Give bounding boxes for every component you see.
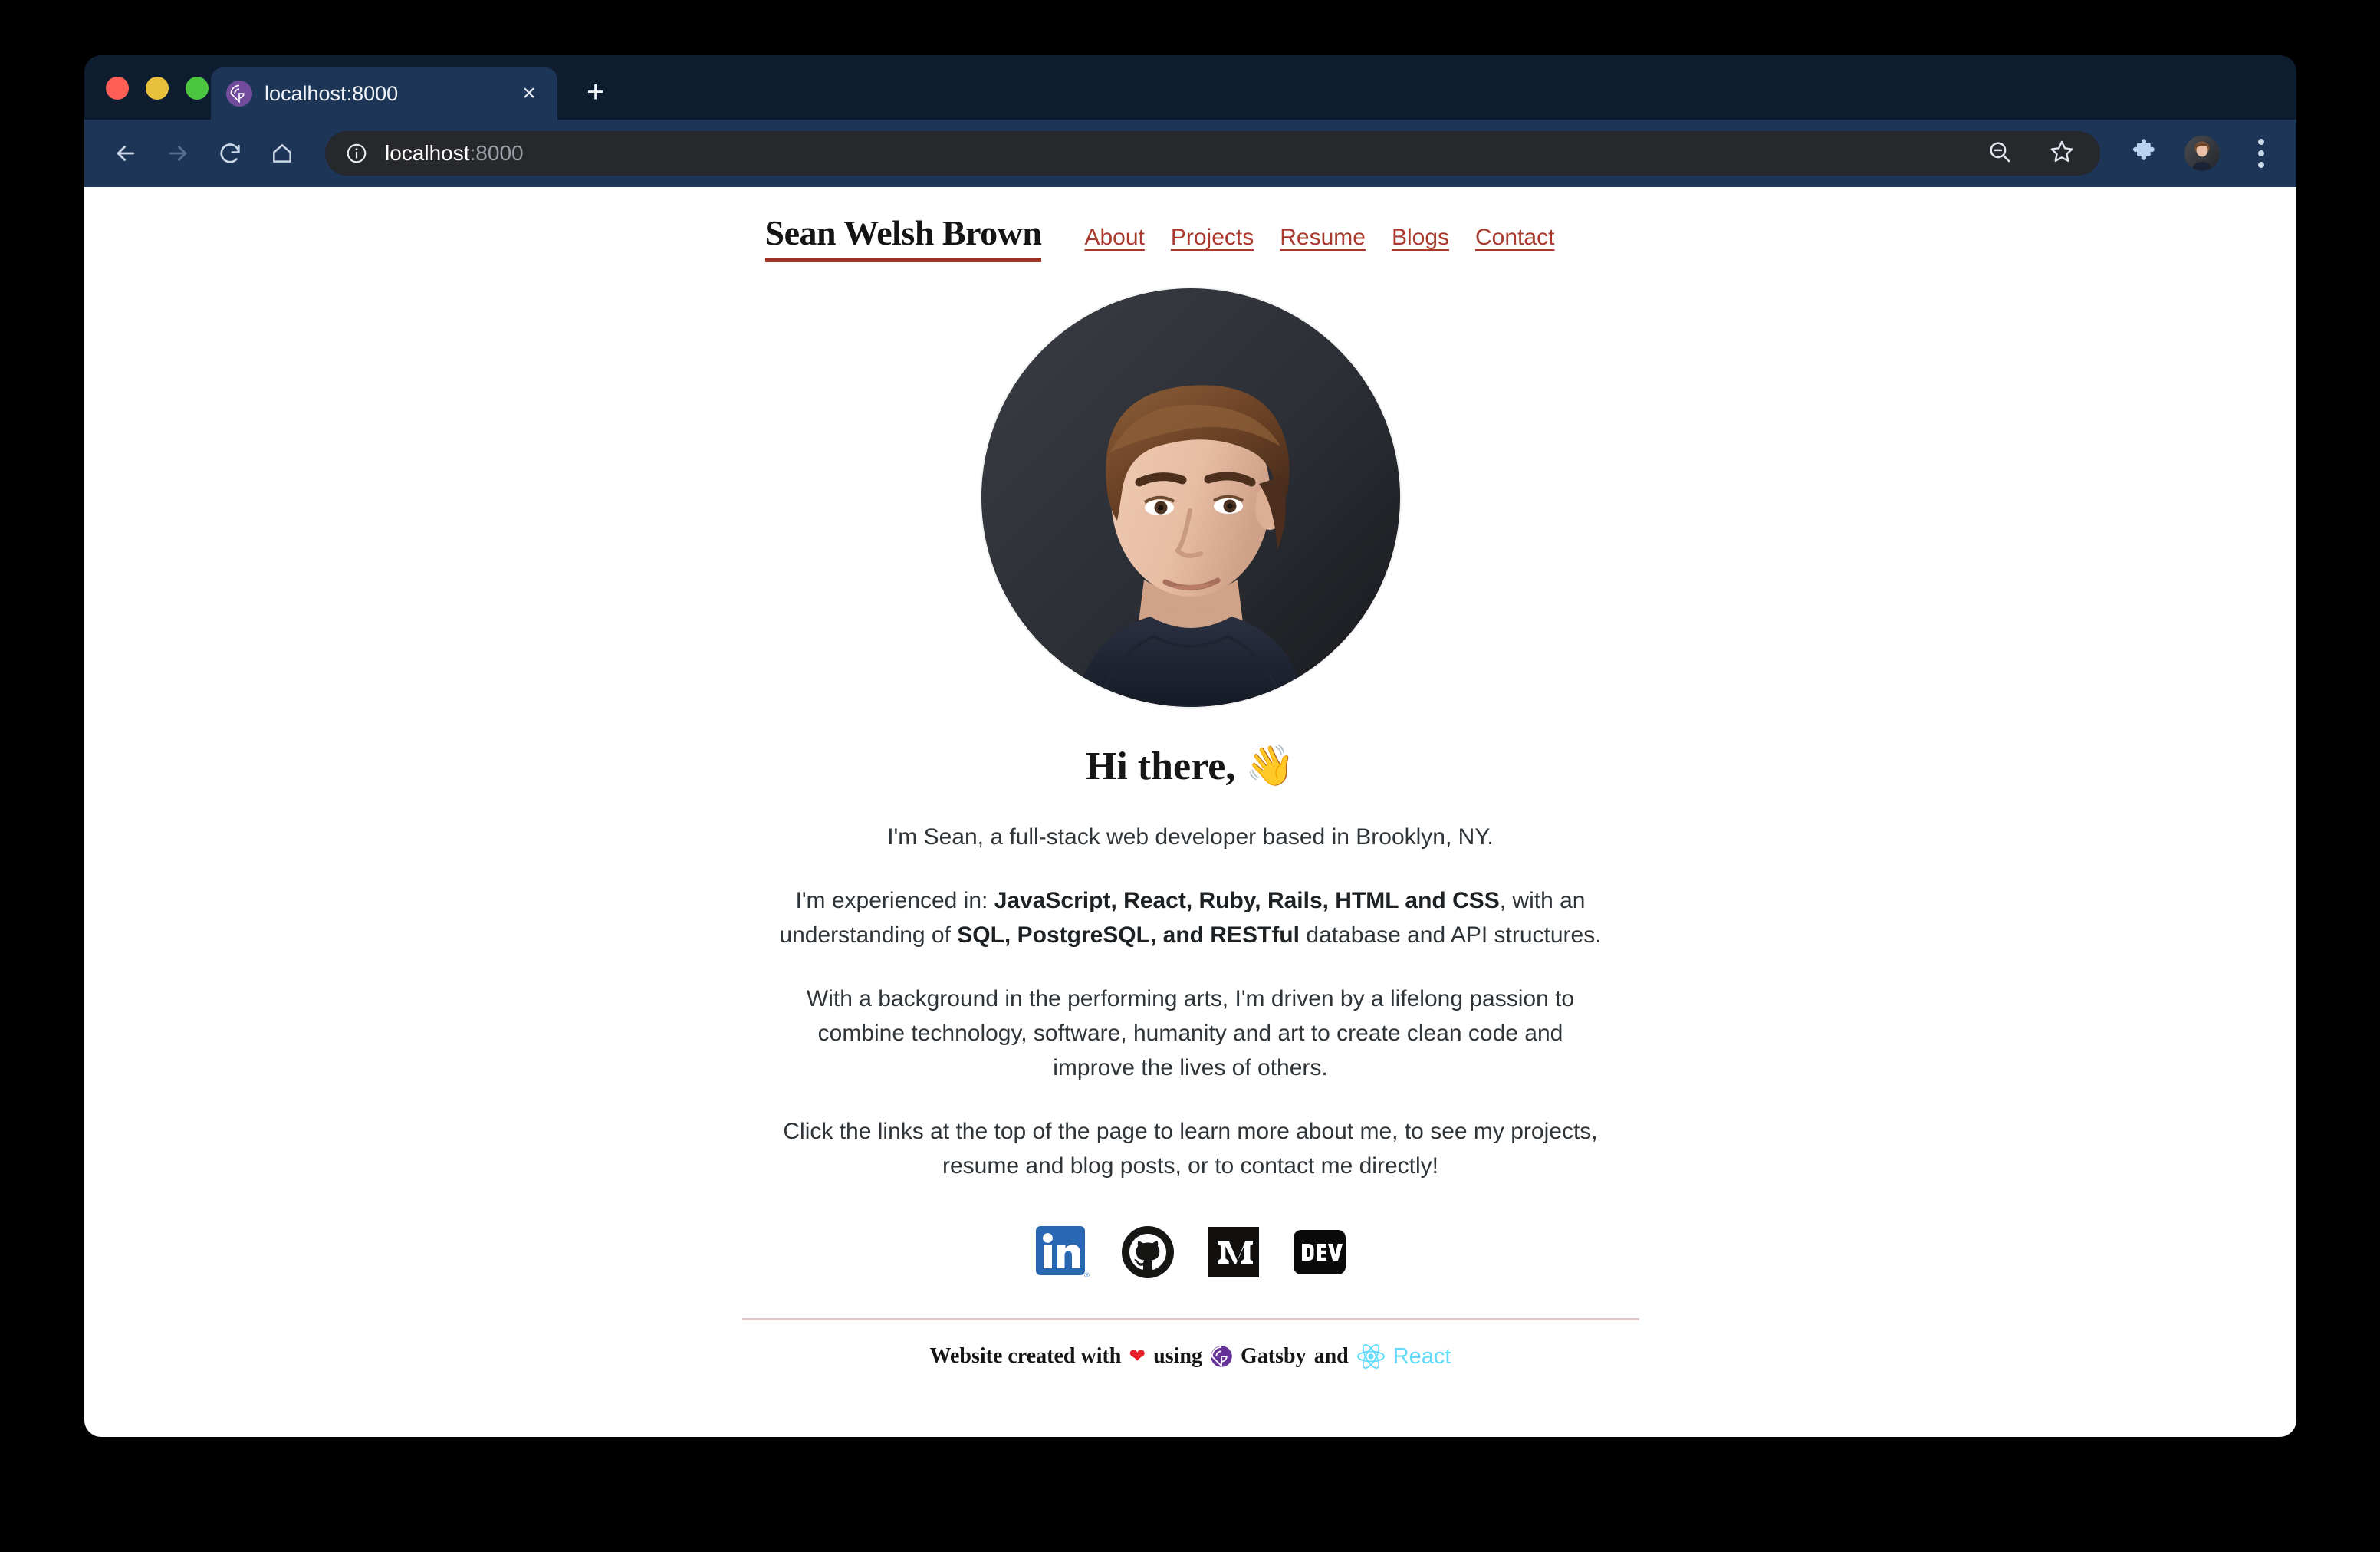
bio-p2-skills-frontend: JavaScript, React, Ruby, Rails, HTML and… [994, 888, 1500, 914]
site-brand-title: Sean Welsh Brown [764, 214, 1042, 263]
extensions-puzzle-icon[interactable] [2129, 137, 2158, 170]
linkedin-icon[interactable]: ® [1030, 1220, 1094, 1284]
footer-text-using: using [1153, 1344, 1202, 1369]
footer-react-label: React [1392, 1343, 1451, 1369]
footer-gatsby-label: Gatsby [1241, 1344, 1307, 1369]
bio-paragraph-4: Click the links at the top of the page t… [783, 1119, 1598, 1179]
three-dot-menu-icon[interactable] [2246, 133, 2276, 173]
portrait-section [742, 288, 1639, 708]
browser-tab[interactable]: localhost:8000 × [211, 67, 557, 120]
devto-icon[interactable] [1287, 1220, 1352, 1284]
browser-window: localhost:8000 × + localhost:8000 Sean W… [84, 55, 2296, 1437]
footer-text-and: and [1313, 1344, 1349, 1369]
zoom-out-icon[interactable] [1987, 139, 2013, 169]
page-viewport: Sean Welsh Brown About Projects Resume B… [84, 187, 2296, 1437]
site-header: Sean Welsh Brown About Projects Resume B… [742, 214, 1639, 263]
page-content: Sean Welsh Brown About Projects Resume B… [741, 187, 1639, 1370]
address-bar-url: localhost:8000 [385, 141, 524, 166]
bio-paragraph-1: I'm Sean, a full-stack web developer bas… [887, 824, 1494, 850]
bio-p2-part-a: I'm experienced in: [795, 888, 994, 914]
tab-title: localhost:8000 [265, 81, 399, 105]
minimize-window-button[interactable] [146, 77, 169, 100]
bio-paragraph-2: I'm experienced in: JavaScript, React, R… [742, 883, 1639, 952]
close-tab-button[interactable]: × [516, 82, 542, 105]
social-links: ® [742, 1220, 1639, 1284]
nav-link-projects[interactable]: Projects [1171, 225, 1254, 251]
nav-link-about[interactable]: About [1084, 225, 1144, 251]
home-icon[interactable] [261, 132, 304, 175]
browser-toolbar: localhost:8000 [84, 120, 2296, 187]
react-logo-icon [1356, 1343, 1386, 1370]
svg-text:®: ® [1084, 1271, 1090, 1279]
site-footer: Website created with ❤ using Gatsby and [741, 1318, 1639, 1370]
greeting-text: Hi there, [1085, 745, 1236, 789]
github-icon[interactable] [1116, 1220, 1180, 1284]
footer-text-prefix: Website created with [929, 1344, 1122, 1369]
heart-icon: ❤ [1129, 1345, 1146, 1369]
new-tab-button[interactable]: + [587, 77, 604, 107]
bio-p2-skills-backend: SQL, PostgreSQL, and RESTful [957, 922, 1300, 949]
url-port: :8000 [469, 141, 524, 165]
nav-link-blogs[interactable]: Blogs [1392, 225, 1449, 251]
waving-hand-emoji: 👋 [1245, 743, 1296, 790]
nav-link-contact[interactable]: Contact [1475, 225, 1554, 251]
window-controls [106, 77, 209, 100]
bookmark-star-icon[interactable] [2048, 138, 2076, 169]
info-circle-icon[interactable] [345, 142, 368, 165]
reload-icon[interactable] [209, 132, 251, 175]
url-host: localhost [385, 141, 470, 165]
tab-strip: localhost:8000 × + [84, 55, 2296, 120]
bio-paragraph-3: With a background in the performing arts… [806, 986, 1575, 1081]
back-arrow-icon[interactable] [104, 132, 147, 175]
nav-link-resume[interactable]: Resume [1280, 225, 1366, 251]
page-title: Hi there, 👋 [742, 742, 1639, 789]
medium-icon[interactable] [1202, 1220, 1266, 1284]
close-window-button[interactable] [106, 77, 129, 100]
portrait-photo [981, 288, 1400, 708]
gatsby-logo-icon [1210, 1345, 1233, 1368]
address-bar[interactable]: localhost:8000 [325, 131, 2100, 176]
bio-p2-part-e: database and API structures. [1299, 922, 1602, 949]
profile-avatar[interactable] [2184, 136, 2220, 171]
gatsby-favicon-icon [226, 81, 252, 107]
maximize-window-button[interactable] [186, 77, 209, 100]
forward-arrow-icon [156, 132, 199, 175]
main-navigation: About Projects Resume Blogs Contact [1084, 225, 1554, 251]
